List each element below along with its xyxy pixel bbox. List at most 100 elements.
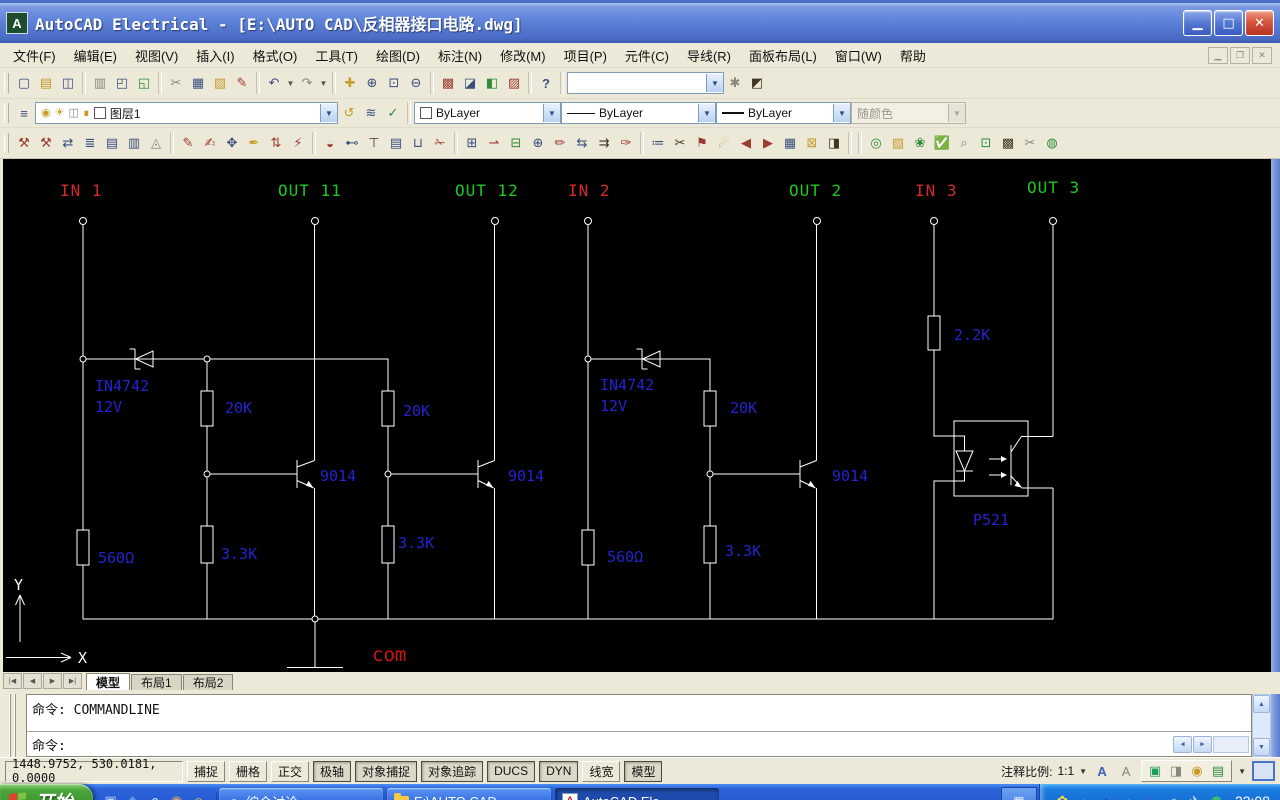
copy-icon[interactable]: ▦: [187, 72, 209, 94]
scroll-left-icon[interactable]: ◀: [1173, 736, 1192, 753]
drawing-status-icon[interactable]: ▤: [1209, 762, 1227, 780]
dest-arrow-icon[interactable]: ⇉: [593, 132, 615, 154]
publish-icon[interactable]: ◱: [133, 72, 155, 94]
command-input[interactable]: 命令:: [32, 735, 66, 754]
panel-settings-icon[interactable]: ✂: [1019, 132, 1041, 154]
tab-model[interactable]: 模型: [86, 673, 130, 690]
smiley-app-icon[interactable]: ☺: [190, 793, 207, 800]
scroll-down-icon[interactable]: ▼: [1253, 738, 1270, 756]
tab-layout2[interactable]: 布局2: [183, 674, 234, 690]
annotation-scale-value[interactable]: 1:1: [1057, 764, 1074, 778]
color-combo[interactable]: ByLayer ▼: [414, 102, 561, 124]
open-icon[interactable]: ▤: [35, 72, 57, 94]
layer-lock-icon[interactable]: ∎: [83, 108, 90, 119]
insert-component-icon[interactable]: ⚒: [13, 132, 35, 154]
wire-number-copy-icon[interactable]: ⊟: [505, 132, 527, 154]
toggle-ducs[interactable]: DUCS: [487, 761, 535, 782]
scroll-up-icon[interactable]: ▲: [1253, 695, 1270, 713]
terminal-strip-icon[interactable]: ⊡: [975, 132, 997, 154]
undo-icon[interactable]: ↶: [263, 72, 285, 94]
layer-on-bulb-icon[interactable]: ◉: [41, 108, 51, 119]
mdi-close-button[interactable]: ✕: [1252, 47, 1272, 64]
toggle-model[interactable]: 模型: [624, 761, 662, 782]
layer-vp-freeze-icon[interactable]: ◫: [68, 108, 78, 119]
scroll-right-icon[interactable]: ▶: [1193, 736, 1212, 753]
tab-last-icon[interactable]: ▶|: [63, 673, 82, 689]
toggle-lwt[interactable]: 线宽: [582, 761, 620, 782]
scroll-track[interactable]: [1213, 736, 1249, 753]
search-command-combo[interactable]: ▼: [567, 72, 724, 94]
toggle-snap[interactable]: 捕捉: [187, 761, 225, 782]
signal-arrow-icon[interactable]: ◬: [145, 132, 167, 154]
redo-icon[interactable]: ↷: [296, 72, 318, 94]
wire-number-icon[interactable]: ▥: [123, 132, 145, 154]
panel-layout-icon[interactable]: ✅: [931, 132, 953, 154]
crimp-tool-icon[interactable]: ✁: [429, 132, 451, 154]
retag-component-icon[interactable]: ⇅: [265, 132, 287, 154]
tab-first-icon[interactable]: |◀: [3, 673, 22, 689]
close-button[interactable]: ✕: [1245, 10, 1274, 36]
maximize-button[interactable]: □: [1214, 10, 1243, 36]
menu-insert[interactable]: 插入(I): [187, 43, 243, 68]
toolbar-grip[interactable]: [4, 133, 9, 153]
command-scrollbar[interactable]: ▲ ▼: [1252, 694, 1271, 757]
qcalc-icon[interactable]: ▨: [503, 72, 525, 94]
taskbar-item-browser[interactable]: e 综合讨论 - ...: [219, 788, 383, 800]
help-icon[interactable]: ?: [535, 72, 557, 94]
menu-format[interactable]: 格式(O): [244, 43, 307, 68]
panel-balloon-icon[interactable]: ▧: [887, 132, 909, 154]
mdi-minimize-button[interactable]: ▁: [1208, 47, 1228, 64]
taskbar-item-explorer[interactable]: E:\AUTO CAD: [387, 788, 551, 800]
workspace-cube-icon[interactable]: ◨: [1167, 762, 1185, 780]
save-icon[interactable]: ◫: [57, 72, 79, 94]
undo-dropdown-icon[interactable]: ▼: [285, 72, 296, 94]
toggle-otrack[interactable]: 对象追踪: [421, 761, 483, 782]
menu-modify[interactable]: 修改(M): [491, 43, 555, 68]
tray-messenger-icon[interactable]: ✿: [1054, 793, 1071, 800]
status-menu-arrow-icon[interactable]: ▼: [1238, 767, 1246, 776]
previous-drawing-icon[interactable]: ◀: [735, 132, 757, 154]
wire-type-icon[interactable]: ✏: [549, 132, 571, 154]
show-desktop-icon[interactable]: ▣: [102, 793, 119, 800]
insert-terminal-icon[interactable]: ⊔: [407, 132, 429, 154]
tray-volume-icon[interactable]: ♪: [1142, 793, 1159, 800]
toggle-ortho[interactable]: 正交: [271, 761, 309, 782]
toggle-grid[interactable]: 栅格: [229, 761, 267, 782]
align-component-icon[interactable]: ✒: [243, 132, 265, 154]
drawing-list-icon[interactable]: ⊠: [801, 132, 823, 154]
menu-draw[interactable]: 绘图(D): [367, 43, 429, 68]
tray-qq-icon[interactable]: ●: [1098, 793, 1115, 800]
cut-icon[interactable]: ✂: [165, 72, 187, 94]
ladder-editor-icon[interactable]: ▤: [385, 132, 407, 154]
multiple-insert-icon[interactable]: ⚒: [35, 132, 57, 154]
plot-preview-icon[interactable]: ◰: [111, 72, 133, 94]
media-player-icon[interactable]: ◉: [168, 793, 185, 800]
clean-screen-button[interactable]: [1252, 761, 1275, 781]
make-layer-current-icon[interactable]: ✓: [382, 102, 404, 124]
settings-gear-icon[interactable]: ✱: [724, 72, 746, 94]
panel-wire-annotation-icon[interactable]: ❀: [909, 132, 931, 154]
wire-number-move-icon[interactable]: ⇀: [483, 132, 505, 154]
swap-update-icon[interactable]: ⚡: [287, 132, 309, 154]
plot-icon[interactable]: ▥: [89, 72, 111, 94]
mdi-restore-button[interactable]: ❐: [1230, 47, 1250, 64]
panel-details-icon[interactable]: ⌕: [953, 132, 975, 154]
tool-palettes-icon[interactable]: ◩: [746, 72, 768, 94]
component-list-icon[interactable]: ≔: [647, 132, 669, 154]
surfer-icon[interactable]: ☄: [713, 132, 735, 154]
tray-antivirus-icon[interactable]: ☂: [1208, 793, 1225, 800]
internet-explorer-icon[interactable]: e: [146, 793, 163, 800]
redo-dropdown-icon[interactable]: ▼: [318, 72, 329, 94]
tab-next-icon[interactable]: ▶: [43, 673, 62, 689]
tray-audio-icon[interactable]: ♫: [1164, 793, 1181, 800]
tray-browser-icon[interactable]: ◔: [1076, 793, 1093, 800]
markup-set-manager-icon[interactable]: ◪: [459, 72, 481, 94]
annotation-auto-scale-icon[interactable]: A: [1117, 762, 1135, 780]
tab-prev-icon[interactable]: ◀: [23, 673, 42, 689]
toolbar-lock-icon[interactable]: ◉: [1188, 762, 1206, 780]
menu-file[interactable]: 文件(F): [4, 43, 65, 68]
match-properties-icon[interactable]: ✎: [231, 72, 253, 94]
project-manager-icon[interactable]: ◨: [823, 132, 845, 154]
menu-panel-layout[interactable]: 面板布局(L): [740, 43, 826, 68]
block-editor-icon[interactable]: ◧: [481, 72, 503, 94]
